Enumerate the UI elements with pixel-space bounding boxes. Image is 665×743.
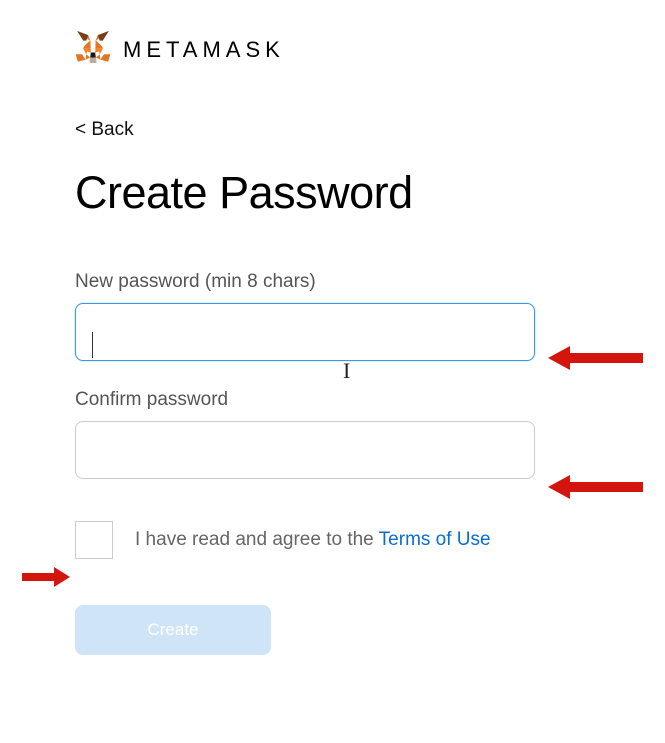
page-title: Create Password: [75, 167, 665, 219]
terms-prefix: I have read and agree to the: [135, 529, 379, 550]
brand-name: METAMASK: [123, 37, 285, 63]
confirm-password-input[interactable]: [75, 421, 535, 479]
terms-of-use-link[interactable]: Terms of Use: [379, 529, 491, 550]
back-button[interactable]: < Back: [75, 119, 134, 141]
metamask-fox-icon: [75, 30, 111, 69]
new-password-label: New password (min 8 chars): [75, 271, 665, 293]
terms-text: I have read and agree to the Terms of Us…: [135, 529, 491, 551]
create-button[interactable]: Create: [75, 605, 271, 655]
confirm-password-label: Confirm password: [75, 389, 665, 411]
terms-checkbox[interactable]: [75, 521, 113, 559]
new-password-input[interactable]: [75, 303, 535, 361]
app-header: METAMASK: [75, 30, 665, 69]
